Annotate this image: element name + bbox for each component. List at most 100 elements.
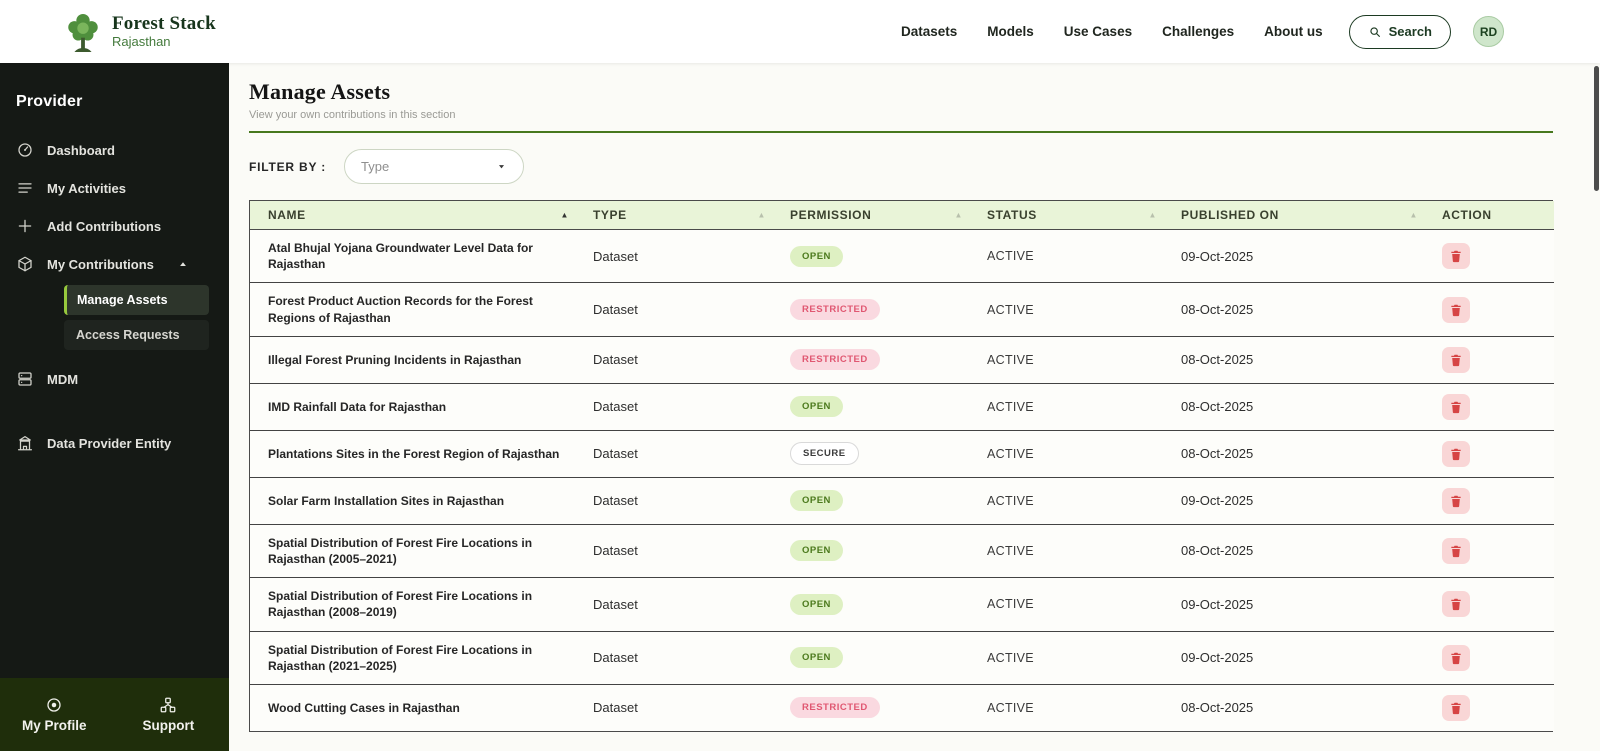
asset-name[interactable]: Wood Cutting Cases in Rajasthan: [268, 700, 583, 716]
permission-badge: OPEN: [790, 593, 843, 615]
asset-name[interactable]: Solar Farm Installation Sites in Rajasth…: [268, 493, 583, 509]
table-header-row: NAME ▲ TYPE ▲ PERMISSION ▲ STATUS ▲ PUBLISHED ON…: [250, 201, 1554, 230]
asset-name[interactable]: Spatial Distribution of Forest Fire Loca…: [268, 588, 583, 620]
footer-item-my-profile[interactable]: My Profile: [22, 696, 87, 733]
sidebar-item-add-contributions[interactable]: Add Contributions: [0, 207, 229, 245]
type-filter-dropdown[interactable]: Type: [344, 149, 525, 184]
forest-stack-logo-icon: [64, 11, 102, 53]
nav-use-cases[interactable]: Use Cases: [1064, 24, 1132, 39]
plus-icon: [16, 217, 34, 235]
trash-icon: [1449, 701, 1463, 715]
asset-name[interactable]: Illegal Forest Pruning Incidents in Raja…: [268, 352, 583, 368]
column-header-action[interactable]: ACTION: [1432, 201, 1554, 230]
avatar[interactable]: RD: [1473, 16, 1504, 47]
asset-name[interactable]: IMD Rainfall Data for Rajasthan: [268, 399, 583, 415]
trash-icon: [1449, 249, 1463, 263]
status-text: ACTIVE: [977, 383, 1171, 431]
activities-icon: [16, 179, 34, 197]
sidebar-item-label: MDM: [47, 371, 79, 387]
table-row: Spatial Distribution of Forest Fire Loca…: [250, 524, 1554, 579]
status-text: ACTIVE: [977, 631, 1171, 685]
delete-button[interactable]: [1442, 393, 1470, 420]
asset-name[interactable]: Forest Product Auction Records for the F…: [268, 293, 583, 325]
published-date: 09-Oct-2025: [1171, 631, 1432, 685]
column-label: STATUS: [987, 208, 1037, 222]
permission-badge: SECURE: [790, 442, 859, 466]
delete-button[interactable]: [1442, 440, 1470, 467]
asset-name[interactable]: Spatial Distribution of Forest Fire Loca…: [268, 535, 583, 567]
nav-challenges[interactable]: Challenges: [1162, 24, 1234, 39]
asset-type: Dataset: [583, 336, 780, 384]
sidebar-item-manage-assets[interactable]: Manage Assets: [64, 285, 209, 315]
table-row: Plantations Sites in the Forest Region o…: [250, 430, 1554, 478]
table-row: Wood Cutting Cases in Rajasthan Dataset RE…: [250, 684, 1554, 731]
top-header: Forest Stack Rajasthan Datasets Models Use…: [0, 0, 1600, 63]
column-header-permission[interactable]: PERMISSION ▲: [780, 201, 977, 230]
column-header-name[interactable]: NAME ▲: [250, 201, 583, 230]
table-body: Atal Bhujal Yojana Groundwater Level Dat…: [250, 229, 1554, 731]
sidebar-item-my-activities[interactable]: My Activities: [0, 169, 229, 207]
sort-arrow-icon: ▲: [954, 210, 963, 220]
published-date: 08-Oct-2025: [1171, 524, 1432, 579]
table-row: Solar Farm Installation Sites in Rajasth…: [250, 477, 1554, 525]
status-text: ACTIVE: [977, 430, 1171, 478]
nav-datasets[interactable]: Datasets: [901, 24, 957, 39]
delete-button[interactable]: [1442, 537, 1470, 564]
table-row: Spatial Distribution of Forest Fire Loca…: [250, 577, 1554, 632]
sort-arrow-icon: ▲: [757, 210, 766, 220]
delete-button[interactable]: [1442, 694, 1470, 721]
published-date: 08-Oct-2025: [1181, 700, 1254, 716]
column-header-type[interactable]: TYPE ▲: [583, 201, 780, 230]
asset-type: Dataset: [583, 430, 780, 478]
sidebar-nav: Dashboard My Activities Add Contributions M…: [0, 131, 229, 462]
sidebar-item-data-provider-entity[interactable]: Data Provider Entity: [0, 424, 229, 462]
status-text: ACTIVE: [977, 229, 1171, 284]
trash-icon: [1449, 494, 1463, 508]
status-text: ACTIVE: [977, 577, 1171, 632]
column-label: TYPE: [593, 208, 627, 222]
trash-icon: [1449, 544, 1463, 558]
sidebar-footer: My Profile Support: [0, 678, 229, 751]
sidebar-item-my-contributions[interactable]: My Contributions: [0, 245, 229, 283]
table-row: Atal Bhujal Yojana Groundwater Level Dat…: [250, 229, 1554, 284]
sort-arrow-icon: ▲: [1409, 210, 1418, 220]
asset-name[interactable]: Spatial Distribution of Forest Fire Loca…: [268, 642, 583, 674]
sidebar-item-label: Dashboard: [47, 142, 115, 158]
asset-name[interactable]: Atal Bhujal Yojana Groundwater Level Dat…: [268, 240, 583, 272]
search-button[interactable]: Search: [1348, 14, 1451, 49]
section-divider: [249, 131, 1553, 133]
chevron-down-icon: [496, 161, 507, 172]
brand-title: Forest Stack: [112, 13, 216, 35]
sidebar-item-dashboard[interactable]: Dashboard: [0, 131, 229, 169]
table-row: Illegal Forest Pruning Incidents in Raja…: [250, 336, 1554, 384]
asset-name[interactable]: Plantations Sites in the Forest Region o…: [268, 446, 583, 462]
column-header-published-on[interactable]: PUBLISHED ON ▲: [1171, 201, 1432, 230]
nav-about-us[interactable]: About us: [1264, 24, 1323, 39]
contributions-icon: [16, 255, 34, 273]
sidebar-submenu: Manage Assets Access Requests: [0, 283, 229, 360]
nav-models[interactable]: Models: [987, 24, 1034, 39]
table-row: Forest Product Auction Records for the F…: [250, 282, 1554, 337]
table-row: IMD Rainfall Data for Rajasthan Dataset OP…: [250, 383, 1554, 431]
sidebar-item-label: Data Provider Entity: [47, 435, 172, 451]
assets-table: NAME ▲ TYPE ▲ PERMISSION ▲ STATUS ▲ PUBLISHED ON…: [250, 201, 1554, 731]
delete-button[interactable]: [1442, 243, 1470, 270]
trash-icon: [1449, 303, 1463, 317]
delete-button[interactable]: [1442, 487, 1470, 514]
sidebar-item-mdm[interactable]: MDM: [0, 360, 229, 398]
footer-item-support[interactable]: Support: [143, 696, 194, 733]
permission-badge: OPEN: [790, 540, 843, 562]
support-icon: [159, 696, 177, 714]
column-label: PERMISSION: [790, 208, 872, 222]
published-date: 08-Oct-2025: [1171, 430, 1432, 478]
scrollbar[interactable]: [1594, 66, 1599, 191]
sidebar-item-access-requests[interactable]: Access Requests: [64, 320, 209, 350]
column-header-status[interactable]: STATUS ▲: [977, 201, 1171, 230]
delete-button[interactable]: [1442, 346, 1470, 373]
brand[interactable]: Forest Stack Rajasthan: [64, 11, 216, 53]
delete-button[interactable]: [1442, 644, 1470, 671]
permission-badge: OPEN: [790, 396, 843, 418]
delete-button[interactable]: [1442, 591, 1470, 618]
published-date: 09-Oct-2025: [1171, 229, 1432, 284]
delete-button[interactable]: [1442, 296, 1470, 323]
